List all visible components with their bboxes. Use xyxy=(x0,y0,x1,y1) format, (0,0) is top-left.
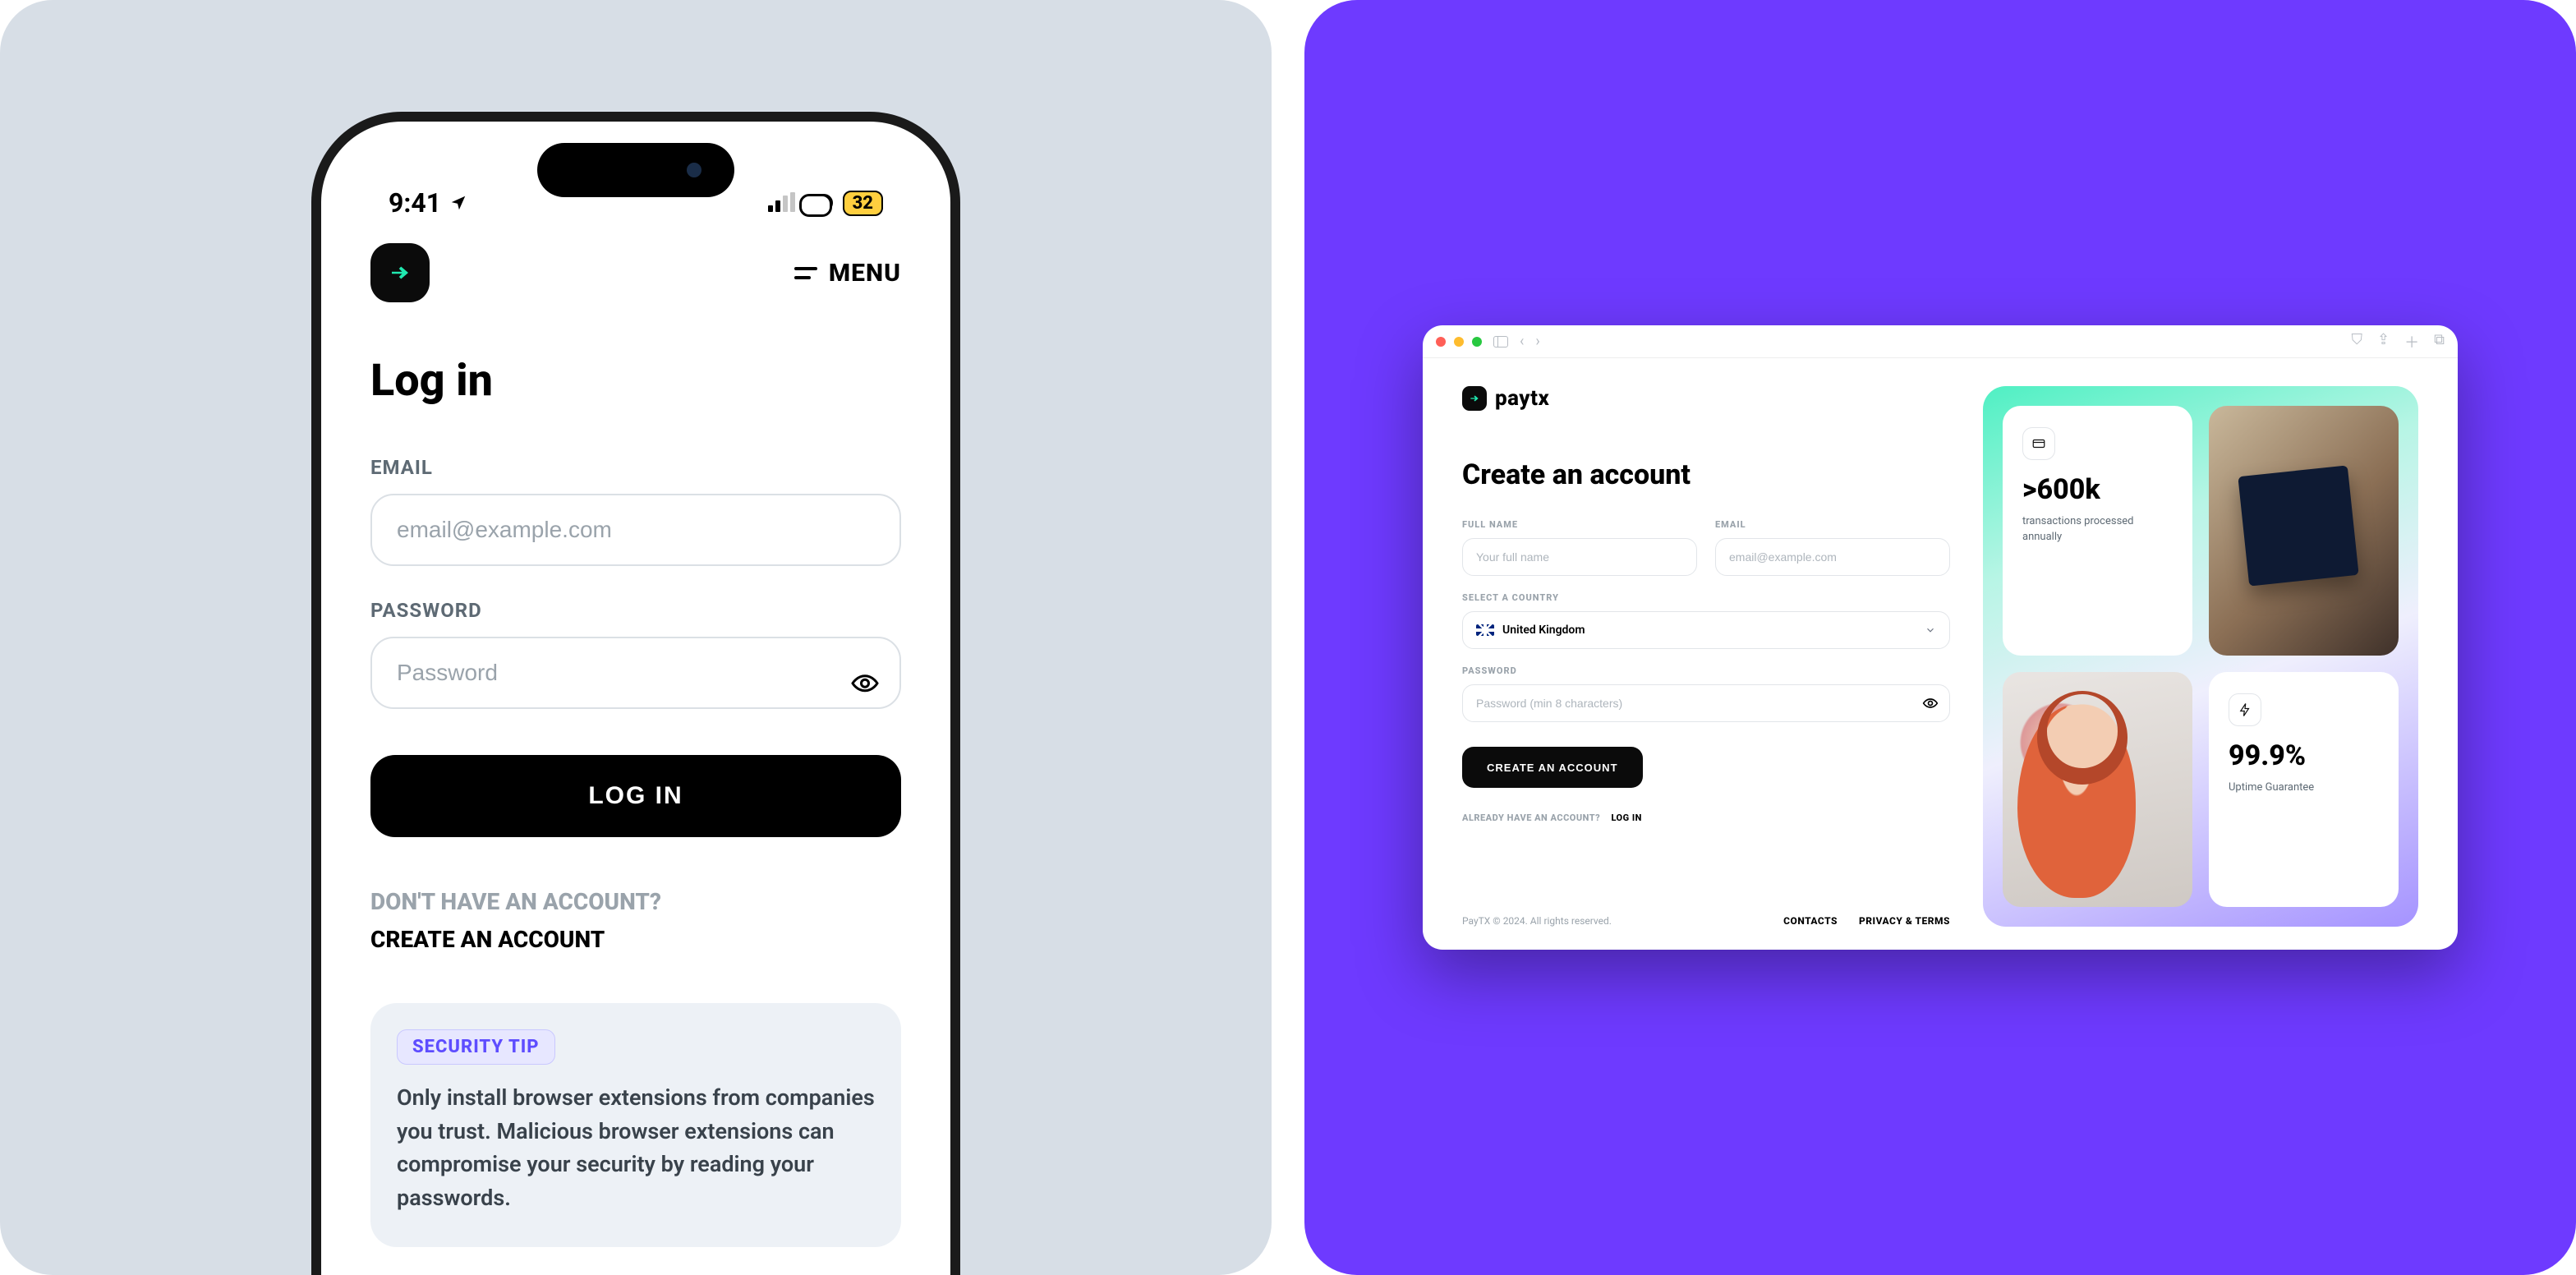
create-account-link[interactable]: CREATE AN ACCOUNT xyxy=(370,921,901,959)
tabs-icon[interactable]: ⧉ xyxy=(2434,331,2445,352)
brand-logo xyxy=(1462,386,1487,411)
stat-card-transactions: >600k transactions processed annually xyxy=(2003,406,2192,656)
card-icon xyxy=(2022,427,2055,460)
desktop-panel: ‹ › ⛉ ⇪ ＋ ⧉ paytx xyxy=(1304,0,2576,1275)
promo-panel: >600k transactions processed annually 99… xyxy=(1983,386,2418,927)
security-tip-badge: SECURITY TIP xyxy=(397,1029,555,1065)
desktop-email-input[interactable] xyxy=(1715,538,1950,576)
new-tab-icon[interactable]: ＋ xyxy=(2404,331,2419,352)
desktop-show-password-icon[interactable] xyxy=(1922,695,1939,711)
back-icon[interactable]: ‹ xyxy=(1520,333,1524,350)
shield-icon[interactable]: ⛉ xyxy=(2352,331,2363,352)
brand-name: paytx xyxy=(1495,386,1549,411)
menu-button[interactable]: MENU xyxy=(794,259,901,288)
battery-indicator: 32 xyxy=(843,191,883,216)
footer-contacts-link[interactable]: CONTACTS xyxy=(1783,915,1838,927)
phone-frame: 9:41 32 MENU xyxy=(311,112,960,1275)
bolt-icon xyxy=(2229,693,2261,726)
country-label: SELECT A COUNTRY xyxy=(1462,592,1950,603)
email-input[interactable] xyxy=(370,494,901,566)
desktop-email-label: EMAIL xyxy=(1715,519,1950,530)
sidebar-toggle-icon[interactable] xyxy=(1493,336,1508,348)
signal-icon xyxy=(768,194,795,212)
arrow-right-icon xyxy=(388,260,412,285)
stat2-value: 99.9% xyxy=(2229,739,2379,772)
fullname-input[interactable] xyxy=(1462,538,1697,576)
chevron-down-icon xyxy=(1925,624,1936,636)
stat-card-uptime: 99.9% Uptime Guarantee xyxy=(2209,672,2399,907)
brand[interactable]: paytx xyxy=(1462,386,1950,411)
promo-image-laptop xyxy=(2209,406,2399,656)
status-time: 9:41 xyxy=(389,187,441,219)
security-tip-text: Only install browser extensions from com… xyxy=(397,1081,875,1214)
phone-notch xyxy=(537,143,734,197)
desktop-login-link[interactable]: LOG IN xyxy=(1611,812,1641,823)
app-logo[interactable] xyxy=(370,243,430,302)
menu-label: MENU xyxy=(829,259,901,288)
show-password-icon[interactable] xyxy=(850,669,880,698)
password-label: PASSWORD xyxy=(370,599,901,622)
create-account-button[interactable]: CREATE AN ACCOUNT xyxy=(1462,747,1643,788)
traffic-lights[interactable] xyxy=(1436,337,1482,347)
stat1-value: >600k xyxy=(2022,473,2173,506)
hotspot-icon xyxy=(805,194,833,212)
login-button[interactable]: LOG IN xyxy=(370,755,901,837)
location-icon xyxy=(449,194,467,212)
desktop-password-input[interactable] xyxy=(1462,684,1950,722)
already-have-text: ALREADY HAVE AN ACCOUNT? xyxy=(1462,812,1600,823)
uk-flag-icon xyxy=(1476,624,1494,636)
email-label: EMAIL xyxy=(370,456,901,479)
fullname-label: FULL NAME xyxy=(1462,519,1697,530)
country-value: United Kingdom xyxy=(1502,624,1585,637)
forward-icon[interactable]: › xyxy=(1535,333,1539,350)
mobile-panel: 9:41 32 MENU xyxy=(0,0,1272,1275)
desktop-password-label: PASSWORD xyxy=(1462,665,1950,676)
browser-window: ‹ › ⛉ ⇪ ＋ ⧉ paytx xyxy=(1423,325,2458,950)
password-input[interactable] xyxy=(370,637,901,709)
page-title: Log in xyxy=(370,355,901,407)
window-titlebar: ‹ › ⛉ ⇪ ＋ ⧉ xyxy=(1423,325,2458,358)
footer-privacy-link[interactable]: PRIVACY & TERMS xyxy=(1859,915,1950,927)
stat2-caption: Uptime Guarantee xyxy=(2229,780,2379,796)
country-select[interactable]: United Kingdom xyxy=(1462,611,1950,649)
security-tip-card: SECURITY TIP Only install browser extens… xyxy=(370,1003,901,1247)
no-account-text: DON'T HAVE AN ACCOUNT? xyxy=(370,883,901,921)
share-icon[interactable]: ⇪ xyxy=(2377,331,2390,352)
promo-image-person xyxy=(2003,672,2192,907)
stat1-caption: transactions processed annually xyxy=(2022,514,2173,545)
form-title: Create an account xyxy=(1462,458,1950,491)
footer-copyright: PayTX © 2024. All rights reserved. xyxy=(1462,915,1612,927)
hamburger-icon xyxy=(794,267,817,279)
